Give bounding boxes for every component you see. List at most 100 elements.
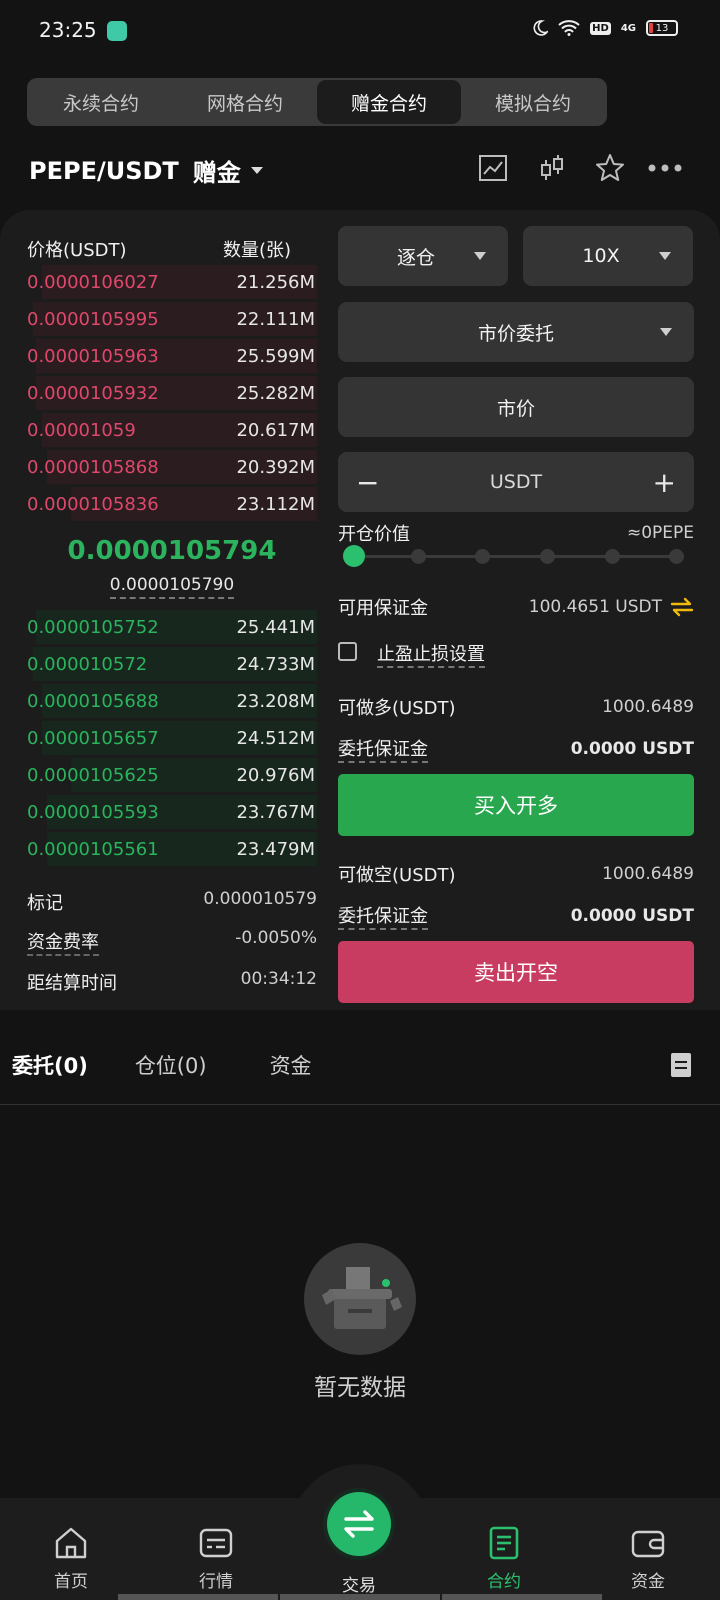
tpsl-label[interactable]: 止盈止损设置 [377, 640, 485, 668]
empty-box-icon [304, 1243, 416, 1355]
candlestick-icon[interactable] [536, 152, 568, 184]
bid-row[interactable]: 0.0000105561 23.479M [27, 831, 317, 867]
ask-row[interactable]: 0.0000105963 25.599M [27, 338, 317, 374]
slider-stop[interactable] [669, 549, 684, 564]
ask-price: 0.0000105836 [27, 493, 159, 515]
bid-row[interactable]: 0.0000105657 24.512M [27, 720, 317, 756]
mark-price[interactable]: 0.0000105790 [27, 575, 317, 599]
stat-label: 标记 [27, 893, 63, 914]
bid-row[interactable]: 0.000010572 24.733M [27, 646, 317, 682]
ask-row[interactable]: 0.0000105868 20.392M [27, 449, 317, 485]
bid-qty: 20.976M [236, 764, 315, 786]
nav-home[interactable]: 首页 [21, 1525, 121, 1592]
sell-short-button[interactable]: 卖出开空 [338, 941, 694, 1003]
bid-row[interactable]: 0.0000105688 23.208M [27, 683, 317, 719]
ask-row[interactable]: 0.0000105836 23.112M [27, 486, 317, 522]
battery-icon: 13 [646, 20, 678, 36]
pair-tag: 赠金 [192, 159, 241, 187]
short-available-row: 可做空(USDT) 1000.6489 [338, 861, 694, 887]
slider-stop[interactable] [605, 549, 620, 564]
long-margin-label[interactable]: 委托保证金 [338, 735, 428, 763]
transfer-icon[interactable] [670, 597, 694, 617]
slider-stop[interactable] [475, 549, 490, 564]
gesture-bar [280, 1594, 440, 1600]
stat-label: 距结算时间 [27, 973, 117, 994]
bid-row[interactable]: 0.0000105593 23.767M [27, 794, 317, 830]
price-column-header: 价格(USDT) [27, 240, 127, 261]
amount-placeholder: USDT [489, 471, 543, 493]
tpsl-checkbox[interactable] [338, 642, 357, 661]
nav-assets[interactable]: 资金 [598, 1525, 698, 1592]
slider-stop[interactable] [411, 549, 426, 564]
bid-price: 0.0000105625 [27, 764, 159, 786]
margin-mode-select[interactable]: 逐仓 [338, 226, 508, 286]
ask-qty: 21.256M [236, 271, 315, 293]
tab-assets[interactable]: 资金 [270, 1050, 312, 1080]
bid-row[interactable]: 0.0000105752 25.441M [27, 609, 317, 645]
short-margin-label[interactable]: 委托保证金 [338, 902, 428, 930]
ask-qty: 25.599M [236, 345, 315, 367]
star-icon[interactable] [594, 152, 626, 184]
bid-price: 0.0000105752 [27, 616, 159, 638]
contract-type-tabs: 永续合约 网格合约 赠金合约 模拟合约 [27, 78, 607, 126]
ask-price: 0.0000105932 [27, 382, 159, 404]
last-price: 0.0000105794 [67, 536, 277, 566]
plus-icon[interactable]: + [653, 466, 676, 499]
caret-down-icon [474, 252, 486, 260]
tab-positions[interactable]: 仓位(0) [135, 1050, 207, 1080]
nav-assets-label: 资金 [631, 1572, 665, 1592]
nav-markets-label: 行情 [199, 1572, 233, 1592]
pair-name: PEPE/USDT [29, 156, 179, 185]
ask-row[interactable]: 0.0000106027 21.256M [27, 264, 317, 300]
chart-icon[interactable] [477, 152, 509, 184]
leverage-value: 10X [582, 245, 620, 267]
nav-trade-label[interactable]: 交易 [327, 1571, 391, 1596]
long-margin-value: 0.0000 USDT [570, 739, 694, 759]
amount-slider-track[interactable] [354, 555, 676, 558]
tab-demo[interactable]: 模拟合约 [461, 80, 605, 124]
ask-row[interactable]: 0.0000105995 22.111M [27, 301, 317, 337]
nav-trade-button[interactable] [327, 1492, 391, 1556]
stat-label: 资金费率 [27, 928, 99, 956]
long-margin-row: 委托保证金 0.0000 USDT [338, 735, 694, 763]
slider-handle[interactable] [343, 545, 365, 567]
available-label: 可用保证金 [338, 598, 428, 619]
gesture-bar [442, 1594, 602, 1600]
position-tabs: 委托(0) 仓位(0) 资金 [12, 1050, 312, 1080]
order-type-select[interactable]: 市价委托 [338, 302, 694, 362]
tab-perpetual[interactable]: 永续合约 [29, 80, 173, 124]
document-icon[interactable] [671, 1053, 691, 1077]
minus-icon[interactable]: − [356, 466, 379, 499]
short-margin-row: 委托保证金 0.0000 USDT [338, 902, 694, 930]
caret-down-icon [660, 328, 672, 336]
tab-grid[interactable]: 网格合约 [173, 80, 317, 124]
open-value-row: 开仓价值 ≈0PEPE [338, 520, 694, 546]
pair-selector[interactable]: PEPE/USDT 赠金 [29, 153, 263, 188]
bid-row[interactable]: 0.0000105625 20.976M [27, 757, 317, 793]
buy-long-button[interactable]: 买入开多 [338, 774, 694, 836]
divider [0, 1104, 720, 1105]
leverage-select[interactable]: 10X [523, 226, 693, 286]
slider-stop[interactable] [540, 549, 555, 564]
ask-row[interactable]: 0.0000105932 25.282M [27, 375, 317, 411]
short-label: 可做空(USDT) [338, 865, 456, 886]
ask-qty: 20.392M [236, 456, 315, 478]
tab-orders[interactable]: 委托(0) [12, 1050, 88, 1080]
amount-field[interactable]: − USDT + [338, 452, 694, 512]
ask-row[interactable]: 0.00001059 20.617M [27, 412, 317, 448]
nav-contracts[interactable]: 合约 [454, 1525, 554, 1592]
open-value-label: 开仓价值 [338, 524, 410, 545]
status-icons: HD 4G 13 [532, 20, 678, 36]
tab-bonus[interactable]: 赠金合约 [317, 80, 461, 124]
stat-value: -0.0050% [235, 928, 317, 948]
ask-qty: 25.282M [236, 382, 315, 404]
notification-app-icon [107, 21, 127, 41]
more-icon[interactable] [647, 152, 683, 184]
mark-stat-row: 标记 0.000010579 [27, 889, 317, 915]
price-field[interactable]: 市价 [338, 377, 694, 437]
funding-rate-row[interactable]: 资金费率 -0.0050% [27, 928, 317, 956]
nav-markets[interactable]: 行情 [166, 1525, 266, 1592]
gesture-bar [118, 1594, 278, 1600]
stat-value: 0.000010579 [203, 889, 317, 909]
bid-price: 0.0000105561 [27, 838, 159, 860]
